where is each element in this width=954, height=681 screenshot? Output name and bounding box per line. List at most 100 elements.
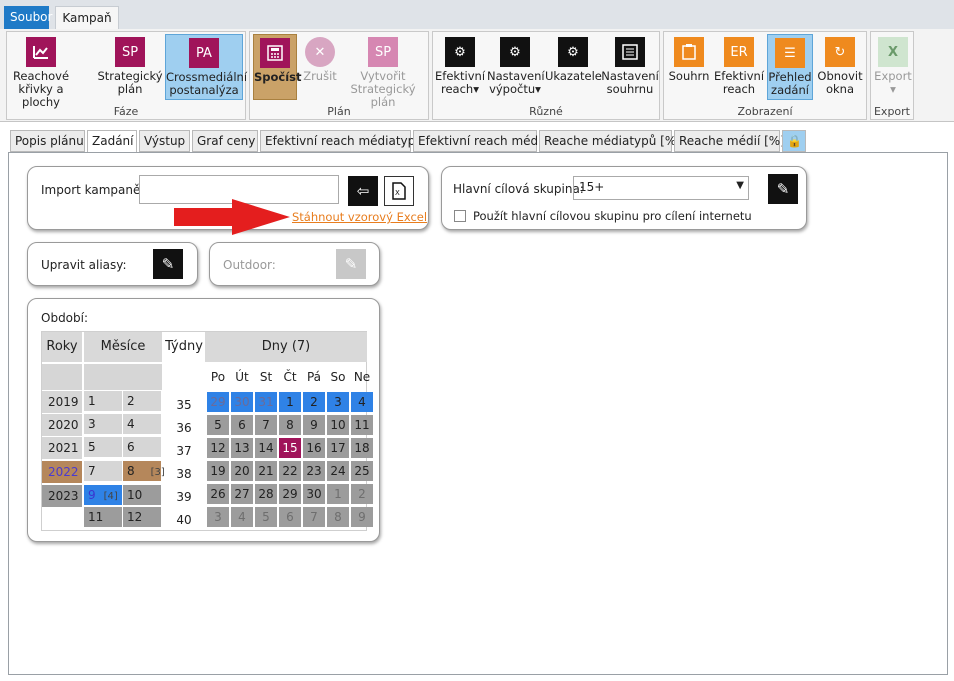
day-cell[interactable]: 25: [351, 461, 373, 481]
summary-settings-button[interactable]: Nastavení souhrnu: [601, 34, 659, 96]
indicators-button[interactable]: ⚙ Ukazatele: [545, 34, 602, 83]
month-12[interactable]: 12: [123, 507, 161, 527]
month-4[interactable]: 4: [123, 414, 161, 434]
year-2022[interactable]: 2022: [42, 461, 82, 483]
day-cell[interactable]: 20: [231, 461, 253, 481]
create-strategic-plan-button[interactable]: SP Vytvořit Strategický plán: [338, 34, 428, 109]
month-3[interactable]: 3: [84, 414, 122, 434]
excel-file-icon[interactable]: X: [384, 176, 414, 206]
lock-icon[interactable]: 🔒: [782, 130, 806, 152]
tab-vystup[interactable]: Výstup: [139, 130, 190, 152]
week-35[interactable]: 35: [164, 395, 204, 415]
day-cell[interactable]: 30: [231, 392, 253, 412]
day-cell[interactable]: 22: [279, 461, 301, 481]
day-cell[interactable]: 1: [327, 484, 349, 504]
day-cell[interactable]: 14: [255, 438, 277, 458]
target-group-select[interactable]: 15+ ▼: [573, 176, 749, 200]
cancel-button[interactable]: ✕ Zrušit: [300, 34, 340, 83]
day-cell[interactable]: 23: [303, 461, 325, 481]
strategic-plan-button[interactable]: SP Strategický plán: [97, 34, 163, 96]
edit-outdoor-button[interactable]: ✎: [336, 249, 366, 279]
month-9[interactable]: 9 [4]: [84, 485, 122, 505]
tab-popis-planu[interactable]: Popis plánu: [10, 130, 85, 152]
day-cell[interactable]: 11: [351, 415, 373, 435]
day-cell[interactable]: 16: [303, 438, 325, 458]
year-2020[interactable]: 2020: [42, 414, 82, 436]
internet-target-checkbox[interactable]: [454, 210, 466, 222]
day-cell[interactable]: 6: [279, 507, 301, 527]
edit-target-group-button[interactable]: ✎: [768, 174, 798, 204]
day-cell[interactable]: 31: [255, 392, 277, 412]
year-2021[interactable]: 2021: [42, 437, 82, 459]
day-cell[interactable]: 7: [255, 415, 277, 435]
day-cell[interactable]: 17: [327, 438, 349, 458]
tab-eff-reach-mediatypu[interactable]: Efektivní reach médiatypů: [260, 130, 423, 152]
tab-graf-ceny[interactable]: Graf ceny: [192, 130, 258, 152]
export-button[interactable]: X Export ▾: [873, 34, 913, 96]
month-2[interactable]: 2: [123, 391, 161, 411]
day-cell[interactable]: 10: [327, 415, 349, 435]
day-cell[interactable]: 29: [207, 392, 229, 412]
tab-zadani[interactable]: Zadání: [87, 130, 137, 153]
tab-reache-mediatypu[interactable]: Reache médiatypů [%]: [539, 130, 681, 152]
day-cell[interactable]: 9: [303, 415, 325, 435]
week-40[interactable]: 40: [164, 510, 204, 530]
effective-reach-view-button[interactable]: ER Efektivní reach: [714, 34, 764, 96]
reach-curves-button[interactable]: Reachové křivky a plochy: [10, 34, 72, 109]
effective-reach-button[interactable]: ⚙ Efektivní reach▾: [435, 34, 485, 96]
day-cell[interactable]: 26: [207, 484, 229, 504]
week-36[interactable]: 36: [164, 418, 204, 438]
day-cell[interactable]: 5: [207, 415, 229, 435]
week-37[interactable]: 37: [164, 441, 204, 461]
target-group-value: 15+: [579, 180, 605, 194]
month-6[interactable]: 6: [123, 437, 161, 457]
day-cell[interactable]: 12: [207, 438, 229, 458]
summary-button[interactable]: Souhrn: [666, 34, 712, 83]
input-overview-button[interactable]: ☰ Přehled zadání: [767, 34, 813, 100]
day-cell[interactable]: 21: [255, 461, 277, 481]
day-cell[interactable]: 18: [351, 438, 373, 458]
day-cell[interactable]: 24: [327, 461, 349, 481]
tab-eff-reach-medii[interactable]: Efektivní reach médií: [413, 130, 545, 152]
day-cell[interactable]: 4: [231, 507, 253, 527]
day-cell[interactable]: 8: [327, 507, 349, 527]
day-cell[interactable]: 3: [207, 507, 229, 527]
week-38[interactable]: 38: [164, 464, 204, 484]
month-5[interactable]: 5: [84, 437, 122, 457]
import-button[interactable]: ⇦: [348, 176, 378, 206]
day-cell[interactable]: 27: [231, 484, 253, 504]
day-cell[interactable]: 2: [303, 392, 325, 412]
month-7[interactable]: 7: [84, 461, 122, 481]
day-cell[interactable]: 8: [279, 415, 301, 435]
menu-kampan[interactable]: Kampaň: [55, 6, 119, 31]
download-template-link[interactable]: Stáhnout vzorový Excel: [292, 210, 427, 224]
edit-aliases-button[interactable]: ✎: [153, 249, 183, 279]
day-cell[interactable]: 6: [231, 415, 253, 435]
crossmedia-postanalysis-button[interactable]: PA Crossmediální postanalýza: [165, 34, 247, 100]
calculate-button[interactable]: Spočíst: [253, 34, 302, 100]
year-2019[interactable]: 2019: [42, 391, 82, 413]
day-cell[interactable]: 19: [207, 461, 229, 481]
day-cell[interactable]: 2: [351, 484, 373, 504]
refresh-windows-button[interactable]: ↻ Obnovit okna: [815, 34, 865, 96]
day-cell[interactable]: 28: [255, 484, 277, 504]
month-10[interactable]: 10: [123, 485, 161, 505]
day-cell[interactable]: 15: [279, 438, 301, 458]
month-8[interactable]: 8 [3]: [123, 461, 165, 481]
day-cell[interactable]: 1: [279, 392, 301, 412]
tab-reache-medii[interactable]: Reache médií [%]: [674, 130, 785, 152]
day-cell[interactable]: 9: [351, 507, 373, 527]
day-cell[interactable]: 29: [279, 484, 301, 504]
day-cell[interactable]: 30: [303, 484, 325, 504]
day-cell[interactable]: 3: [327, 392, 349, 412]
day-cell[interactable]: 4: [351, 392, 373, 412]
month-11[interactable]: 11: [84, 507, 122, 527]
day-cell[interactable]: 13: [231, 438, 253, 458]
month-1[interactable]: 1: [84, 391, 122, 411]
day-cell[interactable]: 7: [303, 507, 325, 527]
year-2023[interactable]: 2023: [42, 485, 82, 507]
calculation-settings-button[interactable]: ⚙ Nastavení výpočtu▾: [487, 34, 545, 96]
menu-soubor[interactable]: Soubor: [4, 6, 52, 30]
week-39[interactable]: 39: [164, 487, 204, 507]
day-cell[interactable]: 5: [255, 507, 277, 527]
